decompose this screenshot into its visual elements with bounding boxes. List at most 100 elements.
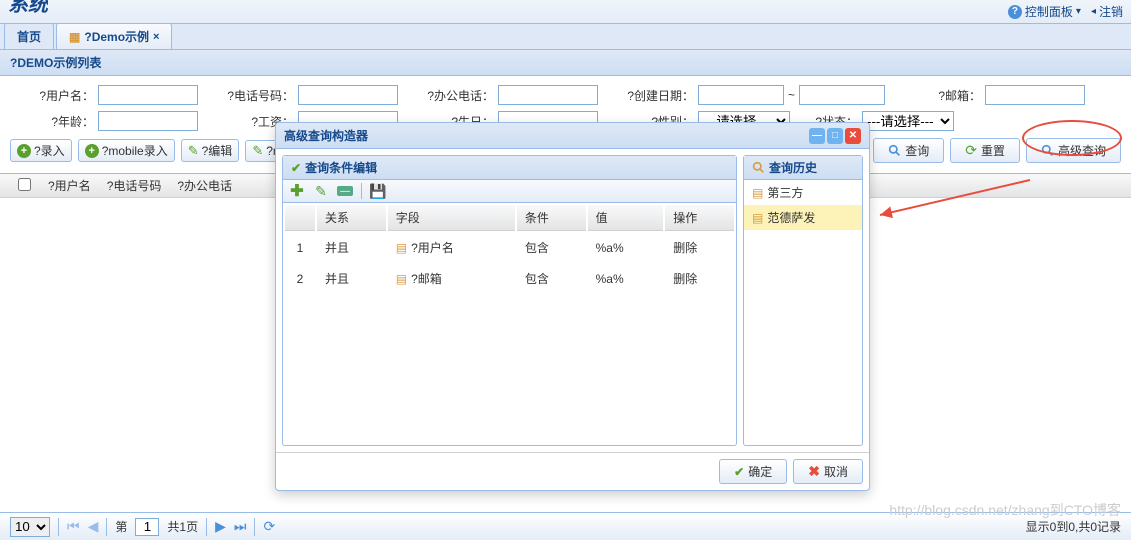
edit-label: ?编辑 [202,142,233,159]
query-label: 查询 [905,142,929,159]
adv-query-dialog: 高级查询构造器 — □ ✕ ✔ 查询条件编辑 ✚ ✎ — 💾 [275,122,870,491]
col-operation: 操作 [665,205,734,231]
adv-query-label: 高级查询 [1058,142,1106,159]
conditions-panel: ✔ 查询条件编辑 ✚ ✎ — 💾 关系 字段 条件 值 操 [282,155,737,446]
chevron-down-icon: ▾ [1076,6,1081,17]
separator [361,183,362,199]
help-icon: ? [1008,5,1022,19]
separator [254,518,255,536]
select-all-checkbox[interactable] [18,178,31,191]
conditions-toolbar: ✚ ✎ — 💾 [283,180,736,203]
control-panel-label: 控制面板 [1025,3,1073,20]
dialog-footer: ✔确定 ✖取消 [276,452,869,490]
label-username: ?用户名： [10,87,98,104]
ok-button[interactable]: ✔确定 [719,459,787,484]
input-email[interactable] [985,85,1085,105]
mobile-add-button[interactable]: +?mobile录入 [78,139,175,162]
pencil-icon: ✎ [252,143,263,159]
col-username[interactable]: ?用户名 [40,177,99,194]
conditions-title: 查询条件编辑 [305,159,377,176]
condition-row[interactable]: 2 并且 ▤?邮箱 包含 %a% 删除 [285,264,734,293]
tab-strip: 首页 ▦ ?Demo示例 × [0,24,1131,50]
tab-demo[interactable]: ▦ ?Demo示例 × [56,23,172,49]
row-val: %a% [588,233,664,262]
page-input[interactable] [135,518,159,536]
document-icon: ▤ [752,211,763,225]
input-office[interactable] [498,85,598,105]
search-icon [888,144,901,157]
last-page-button[interactable]: ⏭ [234,518,247,535]
row-rel: 并且 [317,233,386,262]
label-createdate: ?创建日期： [610,87,698,104]
refresh-button[interactable]: ⟳ [263,518,275,535]
dialog-title: 高级查询构造器 [284,127,368,144]
section-title: ?DEMO示例列表 [0,50,1131,76]
tab-home-label: 首页 [17,28,41,45]
row-cond: 包含 [517,264,586,293]
history-item[interactable]: ▤ 第三方 [744,180,862,205]
logout-link[interactable]: ◂ 注销 [1091,3,1123,20]
top-bar: 系统 ? 控制面板 ▾ ◂ 注销 [0,0,1131,24]
input-date-from[interactable] [698,85,784,105]
total-pages: 共1页 [167,518,198,535]
history-item[interactable]: ▤ 范德萨发 [744,205,862,230]
row-cond: 包含 [517,233,586,262]
save-icon[interactable]: 💾 [370,183,386,199]
search-icon [1041,144,1054,157]
x-icon: ✖ [808,463,820,480]
first-page-button[interactable]: ⏮ [67,518,80,535]
reset-label: 重置 [981,142,1005,159]
app-title: 系统 [8,0,48,24]
mobile-add-label: ?mobile录入 [102,142,168,159]
row-delete[interactable]: 删除 [665,264,734,293]
close-button[interactable]: ✕ [845,128,861,144]
delete-condition-button[interactable]: — [337,186,353,196]
reset-button[interactable]: ⟳重置 [950,138,1020,163]
edit-condition-button[interactable]: ✎ [313,183,329,199]
cancel-button[interactable]: ✖取消 [793,459,863,484]
control-panel-link[interactable]: ? 控制面板 ▾ [1008,3,1081,20]
adv-query-button[interactable]: 高级查询 [1026,138,1121,163]
top-links: ? 控制面板 ▾ ◂ 注销 [1008,3,1123,20]
row-delete[interactable]: 删除 [665,233,734,262]
plus-icon: + [17,144,31,158]
plus-icon: + [85,144,99,158]
add-button[interactable]: +?录入 [10,139,72,162]
condition-row[interactable]: 1 并且 ▤?用户名 包含 %a% 删除 [285,233,734,262]
select-status[interactable]: ---请选择--- [862,111,954,131]
row-val: %a% [588,264,664,293]
row-field: ?邮箱 [411,270,442,287]
logout-label: 注销 [1099,3,1123,20]
input-age[interactable] [98,111,198,131]
separator [58,518,59,536]
search-icon [752,161,765,174]
document-icon: ▦ [69,30,80,44]
input-username[interactable] [98,85,198,105]
close-icon[interactable]: × [153,31,159,43]
label-email: ?邮箱： [897,87,985,104]
col-field: 字段 [388,205,515,231]
query-button[interactable]: 查询 [873,138,944,163]
prev-page-button[interactable]: ◀ [88,518,99,535]
minimize-button[interactable]: — [809,128,825,144]
separator [206,518,207,536]
document-icon: ▤ [396,241,407,255]
maximize-button[interactable]: □ [827,128,843,144]
next-page-button[interactable]: ▶ [215,518,226,535]
edit-button[interactable]: ✎?编辑 [181,139,240,162]
col-phone[interactable]: ?电话号码 [99,177,170,194]
input-phone[interactable] [298,85,398,105]
col-relation: 关系 [317,205,386,231]
row-num: 2 [285,264,315,293]
dialog-title-bar[interactable]: 高级查询构造器 — □ ✕ [276,123,869,149]
add-condition-button[interactable]: ✚ [289,183,305,199]
col-office[interactable]: ?办公电话 [169,177,240,194]
document-icon: ▤ [752,186,763,200]
tab-home[interactable]: 首页 [4,23,54,49]
page-size-select[interactable]: 10 [10,517,50,537]
history-label: 范德萨发 [767,209,815,226]
conditions-grid: 关系 字段 条件 值 操作 1 并且 ▤?用户名 包含 %a% 删除 [283,203,736,295]
input-date-to[interactable] [799,85,885,105]
label-phone: ?电话号码： [210,87,298,104]
history-title: 查询历史 [769,159,817,176]
